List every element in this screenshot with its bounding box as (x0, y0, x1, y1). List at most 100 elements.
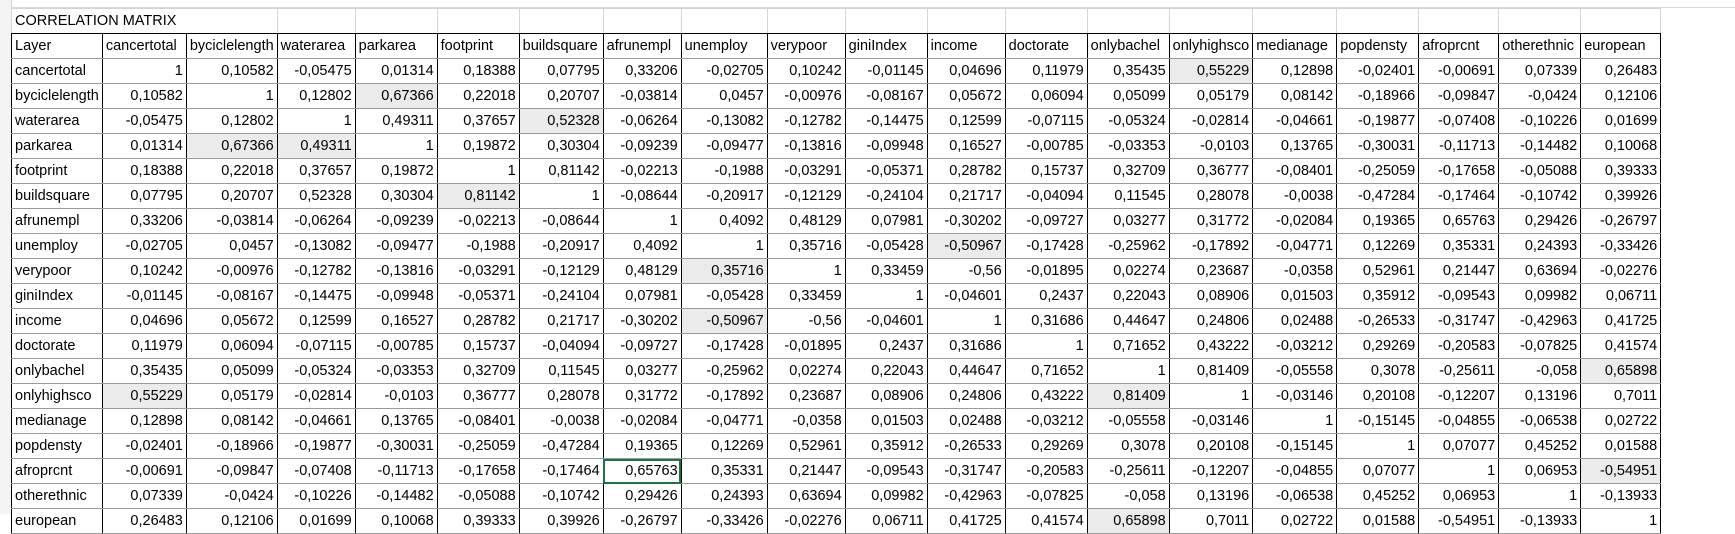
row-label[interactable]: afroprcnt (11, 458, 103, 484)
matrix-cell[interactable]: -0,18966 (185, 433, 278, 459)
matrix-cell[interactable]: -0,0424 (1498, 83, 1582, 109)
matrix-cell[interactable]: 0,37657 (436, 108, 520, 134)
matrix-cell[interactable]: -0,04661 (276, 408, 356, 434)
row-label[interactable]: giniIndex (11, 283, 103, 309)
matrix-cell[interactable]: -0,03212 (1004, 408, 1088, 434)
matrix-cell[interactable]: -0,26797 (602, 508, 682, 534)
matrix-cell[interactable]: -0,20917 (518, 233, 604, 259)
matrix-cell[interactable]: 0,20707 (518, 83, 604, 109)
matrix-cell[interactable]: -0,10226 (276, 483, 356, 509)
matrix-cell[interactable]: -0,04094 (518, 333, 604, 359)
matrix-cell[interactable]: -0,19877 (276, 433, 356, 459)
matrix-cell[interactable]: 1 (436, 158, 520, 184)
column-header[interactable]: buildsquare (518, 33, 604, 59)
matrix-cell[interactable]: -0,30031 (1336, 133, 1420, 159)
row-label[interactable]: cancertotal (11, 58, 103, 84)
matrix-cell[interactable]: -0,07825 (1004, 483, 1088, 509)
matrix-cell[interactable]: 0,48129 (766, 208, 846, 234)
matrix-cell[interactable]: -0,30202 (602, 308, 682, 334)
matrix-cell[interactable]: -0,17658 (436, 458, 520, 484)
matrix-cell[interactable]: 0,55229 (1168, 58, 1254, 84)
matrix-cell[interactable]: 0,33459 (844, 258, 928, 284)
matrix-cell[interactable]: 0,01314 (101, 133, 187, 159)
matrix-cell[interactable]: -0,01145 (844, 58, 928, 84)
matrix-cell[interactable]: 0,24393 (1498, 233, 1582, 259)
matrix-cell[interactable]: 0,35331 (1418, 233, 1500, 259)
matrix-cell[interactable]: 0,01588 (1336, 508, 1420, 534)
column-header[interactable]: verypoor (766, 33, 846, 59)
matrix-cell[interactable]: -0,47284 (518, 433, 604, 459)
matrix-cell[interactable]: 0,12599 (926, 108, 1006, 134)
matrix-cell[interactable]: 0,12599 (276, 308, 356, 334)
matrix-cell[interactable]: -0,02814 (276, 383, 356, 409)
matrix-cell[interactable]: 0,15737 (1004, 158, 1088, 184)
matrix-cell[interactable]: -0,01145 (101, 283, 187, 309)
matrix-cell[interactable]: -0,10226 (1498, 108, 1582, 134)
matrix-cell[interactable]: -0,42963 (926, 483, 1006, 509)
matrix-cell[interactable]: 0,07339 (101, 483, 187, 509)
matrix-cell[interactable]: 1 (276, 108, 356, 134)
matrix-cell[interactable]: 0,01699 (276, 508, 356, 534)
matrix-cell[interactable]: 0,08906 (1168, 283, 1254, 309)
matrix-cell[interactable]: -0,02276 (766, 508, 846, 534)
matrix-cell[interactable]: 1 (1004, 333, 1088, 359)
row-label[interactable]: verypoor (11, 258, 103, 284)
matrix-cell[interactable]: 0,65898 (1086, 508, 1170, 534)
matrix-cell[interactable]: -0,07115 (1004, 108, 1088, 134)
matrix-cell[interactable]: -0,19877 (1336, 108, 1420, 134)
column-header[interactable]: unemploy (680, 33, 768, 59)
matrix-cell[interactable]: -0,08167 (844, 83, 928, 109)
matrix-cell[interactable]: 0,35435 (1086, 58, 1170, 84)
matrix-cell[interactable]: 0,06711 (844, 508, 928, 534)
matrix-cell[interactable]: -0,24104 (844, 183, 928, 209)
matrix-cell[interactable]: -0,06538 (1252, 483, 1338, 509)
matrix-cell[interactable]: 0,26483 (101, 508, 187, 534)
matrix-cell[interactable]: 1 (185, 83, 278, 109)
matrix-cell[interactable]: 0,0457 (185, 233, 278, 259)
matrix-cell[interactable]: 0,02722 (1580, 408, 1662, 434)
matrix-cell[interactable]: 0,03277 (602, 358, 682, 384)
matrix-cell[interactable]: 0,29269 (1336, 333, 1420, 359)
matrix-cell[interactable]: 0,19872 (354, 158, 438, 184)
matrix-cell[interactable]: 0,35912 (1336, 283, 1420, 309)
row-label[interactable]: medianage (11, 408, 103, 434)
column-header[interactable]: giniIndex (844, 33, 928, 59)
corner-label[interactable]: Layer (11, 33, 103, 59)
matrix-cell[interactable]: -0,1988 (680, 158, 768, 184)
matrix-cell[interactable]: -0,17464 (518, 458, 604, 484)
matrix-cell[interactable]: 0,21447 (1418, 258, 1500, 284)
matrix-cell[interactable]: -0,07825 (1498, 333, 1582, 359)
matrix-cell[interactable]: 0,30304 (518, 133, 604, 159)
matrix-cell[interactable]: 0,7011 (1580, 383, 1662, 409)
matrix-cell[interactable]: -0,0424 (185, 483, 278, 509)
matrix-cell[interactable]: 0,09982 (844, 483, 928, 509)
matrix-cell[interactable]: 0,15737 (436, 333, 520, 359)
matrix-cell[interactable]: -0,0103 (354, 383, 438, 409)
matrix-cell[interactable]: -0,13816 (766, 133, 846, 159)
matrix-cell[interactable]: 0,02274 (766, 358, 846, 384)
matrix-cell[interactable]: 0,19365 (1336, 208, 1420, 234)
matrix-cell[interactable]: 0,7011 (1168, 508, 1254, 534)
matrix-cell[interactable]: -0,02401 (101, 433, 187, 459)
empty-cell[interactable] (1498, 8, 1582, 34)
column-header[interactable]: otherethnic (1498, 33, 1582, 59)
matrix-cell[interactable]: -0,10742 (1498, 183, 1582, 209)
matrix-cell[interactable]: 0,36777 (436, 383, 520, 409)
column-header[interactable]: footprint (436, 33, 520, 59)
matrix-cell[interactable]: -0,01895 (1004, 258, 1088, 284)
matrix-cell[interactable]: -0,02213 (602, 158, 682, 184)
matrix-cell[interactable]: 1 (101, 58, 187, 84)
matrix-cell[interactable]: -0,15145 (1336, 408, 1420, 434)
matrix-cell[interactable]: 0,33459 (766, 283, 846, 309)
matrix-cell[interactable]: -0,05371 (844, 158, 928, 184)
matrix-cell[interactable]: 0,23687 (1168, 258, 1254, 284)
row-label[interactable]: waterarea (11, 108, 103, 134)
matrix-cell[interactable]: -0,0038 (1252, 183, 1338, 209)
matrix-cell[interactable]: -0,1988 (436, 233, 520, 259)
matrix-cell[interactable]: -0,05558 (1086, 408, 1170, 434)
empty-cell[interactable] (1336, 8, 1420, 34)
matrix-cell[interactable]: 0,63694 (1498, 258, 1582, 284)
matrix-cell[interactable]: 0,05179 (1168, 83, 1254, 109)
matrix-cell[interactable]: 0,05179 (185, 383, 278, 409)
matrix-cell[interactable]: 0,06711 (1580, 283, 1662, 309)
